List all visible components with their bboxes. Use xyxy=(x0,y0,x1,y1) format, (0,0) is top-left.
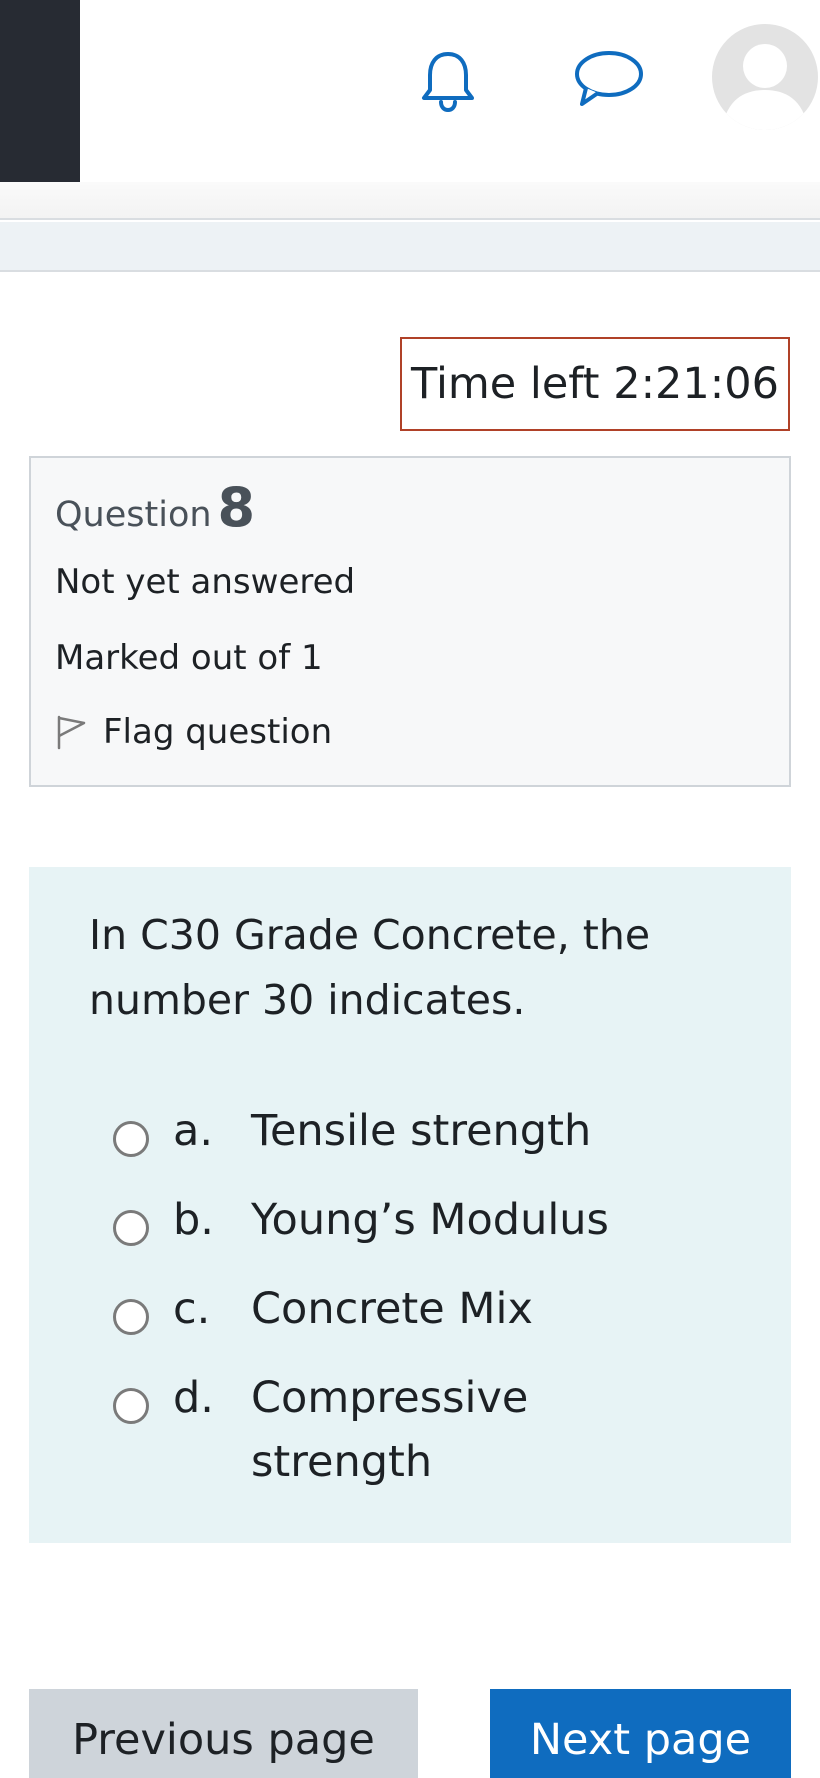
question-label: Question xyxy=(55,495,212,535)
question-state: Not yet answered xyxy=(55,562,356,602)
next-page-button[interactable]: Next page xyxy=(490,1689,791,1778)
timer-text: Time left 2:21:06 xyxy=(411,359,779,409)
answer-letter: d. xyxy=(173,1373,214,1423)
answer-option-d[interactable]: d. Compressive strength xyxy=(113,1366,753,1506)
question-info-panel: Question 8 Not yet answered Marked out of… xyxy=(29,456,791,787)
answer-letter: c. xyxy=(173,1284,211,1334)
question-grade: Marked out of 1 xyxy=(55,638,323,678)
radio-button[interactable] xyxy=(113,1121,149,1157)
radio-button[interactable] xyxy=(113,1388,149,1424)
user-avatar[interactable] xyxy=(712,24,818,130)
answer-list: a. Tensile strength b. Young’s Modulus c… xyxy=(113,1099,753,1506)
answer-option-c[interactable]: c. Concrete Mix xyxy=(113,1277,753,1366)
radio-button[interactable] xyxy=(113,1210,149,1246)
answer-text: Young’s Modulus xyxy=(251,1195,609,1245)
secondary-nav-band xyxy=(0,222,820,272)
answer-option-a[interactable]: a. Tensile strength xyxy=(113,1099,753,1188)
answer-text: Tensile strength xyxy=(251,1106,592,1156)
flag-icon xyxy=(57,715,86,750)
answer-letter: a. xyxy=(173,1106,214,1156)
previous-page-label: Previous page xyxy=(72,1715,375,1765)
previous-page-button[interactable]: Previous page xyxy=(29,1689,418,1778)
question-number: Question 8 xyxy=(55,476,255,539)
drawer-toggle[interactable] xyxy=(0,0,80,182)
answer-text: Compressive strength xyxy=(251,1373,529,1487)
flag-question-label: Flag question xyxy=(103,712,333,752)
question-content: In C30 Grade Concrete, the number 30 ind… xyxy=(29,867,791,1543)
answer-text: Concrete Mix xyxy=(251,1284,533,1334)
answer-letter: b. xyxy=(173,1195,214,1245)
top-navbar xyxy=(0,0,820,182)
quiz-timer: Time left 2:21:06 xyxy=(400,337,790,431)
page-header-band xyxy=(0,182,820,220)
answer-option-b[interactable]: b. Young’s Modulus xyxy=(113,1188,753,1277)
question-number-value: 8 xyxy=(217,476,256,539)
user-silhouette-icon xyxy=(722,44,808,130)
bell-icon[interactable] xyxy=(418,48,478,114)
radio-button[interactable] xyxy=(113,1299,149,1335)
flag-question-link[interactable]: Flag question xyxy=(55,712,332,752)
question-text: In C30 Grade Concrete, the number 30 ind… xyxy=(89,911,651,1024)
next-page-label: Next page xyxy=(529,1715,752,1765)
chat-icon[interactable] xyxy=(572,48,644,110)
